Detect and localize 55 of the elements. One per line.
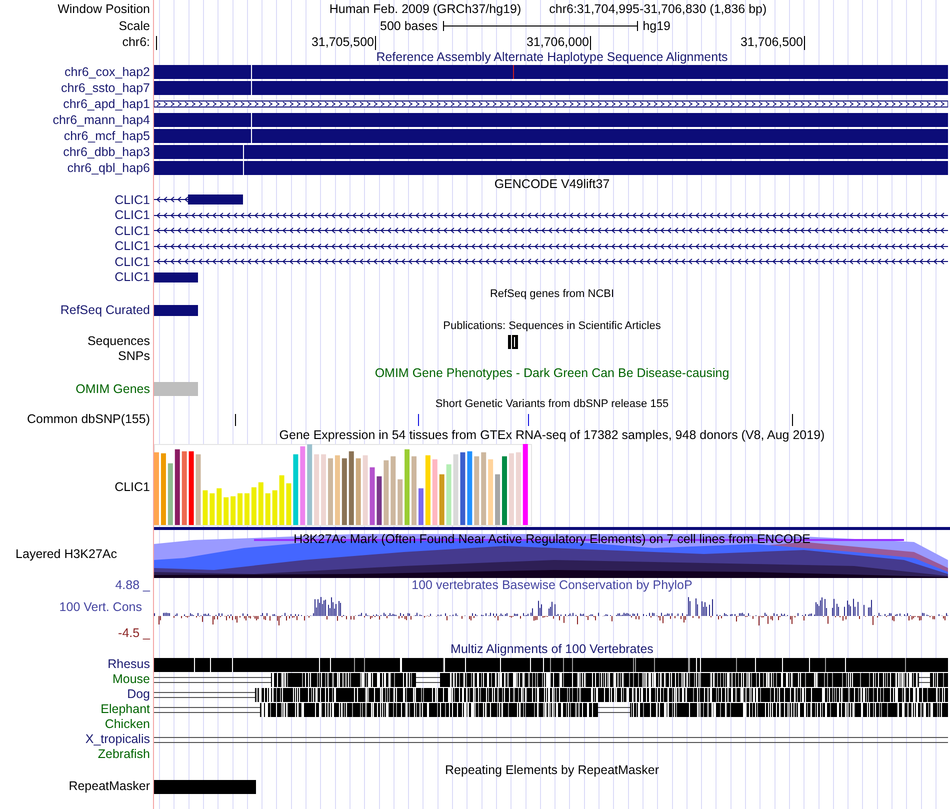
track-label[interactable]: X_tropicalis bbox=[85, 733, 150, 746]
gene-model bbox=[154, 305, 198, 316]
ruler-tick-label: 31,706,500 bbox=[740, 35, 803, 49]
track-label[interactable]: chr6_mcf_hap5 bbox=[64, 130, 150, 142]
track-label: chr6: bbox=[122, 36, 150, 48]
track-label[interactable]: RefSeq Curated bbox=[60, 304, 150, 317]
position-text: chr6:31,704,995-31,706,830 (1,836 bp) bbox=[549, 0, 767, 18]
track-label: Window Position bbox=[58, 2, 150, 16]
ruler-tick-label: 31,706,000 bbox=[526, 35, 589, 49]
track-title: H3K27Ac Mark (Often Found Near Active Regulatory Elements) on 7 cell lines from ENCODE bbox=[294, 533, 810, 546]
track-label[interactable]: chr6_cox_hap2 bbox=[64, 66, 150, 78]
track-label[interactable]: CLIC1 bbox=[114, 224, 150, 237]
database-text: hg19 bbox=[642, 18, 670, 35]
track-label: Scale bbox=[118, 20, 150, 32]
track-title: Reference Assembly Alternate Haplotype Sequence Alignments bbox=[376, 50, 728, 64]
track-title: OMIM Gene Phenotypes - Dark Green Can Be Disease-causing bbox=[374, 366, 730, 380]
track-label[interactable]: Mouse bbox=[112, 673, 150, 686]
track-label[interactable]: CLIC1 bbox=[114, 194, 150, 206]
axis-max-label: 4.88 _ bbox=[115, 578, 150, 592]
track-title: 100 vertebrates Basewise Conservation by PhyloP bbox=[412, 578, 692, 592]
track-label[interactable]: RepeatMasker bbox=[68, 780, 150, 793]
track-label[interactable]: Sequences bbox=[87, 335, 150, 348]
track-title: Publications: Sequences in Scientific Articles bbox=[443, 320, 661, 332]
track-label[interactable]: Layered H3K27Ac bbox=[16, 548, 117, 560]
track-label[interactable]: CLIC1 bbox=[114, 240, 150, 252]
track-label[interactable]: CLIC1 bbox=[114, 209, 150, 222]
track-label[interactable]: Zebrafish bbox=[98, 748, 150, 761]
track-label[interactable]: CLIC1 bbox=[114, 271, 150, 284]
axis-min-label: -4.5 _ bbox=[118, 626, 150, 639]
track-title: GENCODE V49lift37 bbox=[494, 178, 610, 190]
track-title: Multiz Alignments of 100 Vertebrates bbox=[450, 643, 654, 656]
track-label[interactable]: chr6_qbl_hap6 bbox=[67, 162, 150, 174]
track-label[interactable]: chr6_apd_hap1 bbox=[63, 98, 150, 110]
assembly-text: Human Feb. 2009 (GRCh37/hg19) bbox=[329, 0, 522, 18]
gene-bar bbox=[154, 382, 198, 396]
track-title: RefSeq genes from NCBI bbox=[490, 288, 614, 300]
track-label[interactable]: Rhesus bbox=[108, 658, 150, 671]
track-label[interactable]: CLIC1 bbox=[114, 480, 150, 494]
track-title: Short Genetic Variants from dbSNP release 155 bbox=[435, 398, 669, 410]
track-label[interactable]: 100 Vert. Cons bbox=[59, 601, 142, 614]
track-label[interactable]: chr6_ssto_hap7 bbox=[61, 82, 150, 94]
scale-length-text: 500 bases bbox=[380, 18, 438, 35]
track-title: Gene Expression in 54 tissues from GTEx RNA-seq of 17382 samples, 948 donors (V8, Aug 2019) bbox=[279, 429, 825, 442]
track-title: Repeating Elements by RepeatMasker bbox=[444, 764, 659, 777]
track-label[interactable]: chr6_mann_hap4 bbox=[52, 114, 150, 126]
track-label[interactable]: OMIM Genes bbox=[76, 382, 150, 396]
track-label[interactable]: SNPs bbox=[118, 350, 150, 363]
track-label[interactable]: Chicken bbox=[104, 718, 150, 731]
track-label[interactable]: Common dbSNP(155) bbox=[27, 413, 150, 426]
track-label[interactable]: CLIC1 bbox=[114, 256, 150, 268]
ruler-tick-label: 31,705,500 bbox=[311, 35, 374, 49]
track-label[interactable]: Elephant bbox=[100, 703, 150, 716]
sequence-match-mark bbox=[508, 334, 518, 348]
track-label[interactable]: Dog bbox=[127, 688, 150, 701]
track-label[interactable]: chr6_dbb_hap3 bbox=[63, 146, 150, 158]
